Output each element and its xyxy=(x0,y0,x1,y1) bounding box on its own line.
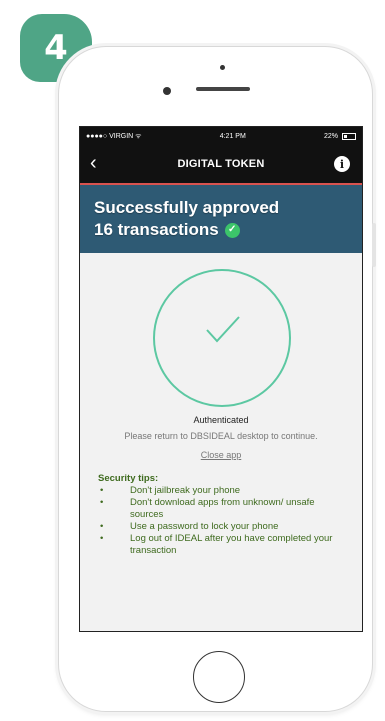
main-content: Authenticated Please return to DBSIDEAL … xyxy=(80,253,362,631)
tips-list: Don't jailbreak your phone Don't downloa… xyxy=(98,485,348,557)
list-item: Don't jailbreak your phone xyxy=(98,485,348,497)
banner-title: Successfully approved xyxy=(94,198,280,217)
transactions-count: 16 transactions xyxy=(94,220,219,239)
banner-subtitle-row: 16 transactions ✓ xyxy=(94,219,348,241)
list-item: Log out of IDEAL after you have complete… xyxy=(98,533,348,557)
front-camera xyxy=(220,65,225,70)
proximity-sensor xyxy=(163,87,171,95)
success-ring xyxy=(153,269,291,407)
earpiece-speaker xyxy=(196,87,250,91)
info-icon[interactable]: i xyxy=(334,156,350,172)
close-app-link[interactable]: Close app xyxy=(80,450,362,460)
app-screen: ●●●●○ VIRGIN ᯤ 4:21 PM 22% ‹ DIGITAL TOK… xyxy=(79,126,363,632)
status-time: 4:21 PM xyxy=(219,132,246,140)
side-button xyxy=(372,223,376,267)
status-bar: ●●●●○ VIRGIN ᯤ 4:21 PM 22% xyxy=(80,127,362,145)
nav-bar: ‹ DIGITAL TOKEN i xyxy=(80,145,362,185)
carrier-label: ●●●●○ VIRGIN ᯤ xyxy=(86,132,142,140)
security-tips: Security tips: Don't jailbreak your phon… xyxy=(98,473,348,557)
checkmark-icon xyxy=(206,316,240,343)
list-item: Use a password to lock your phone xyxy=(98,521,348,533)
tips-title: Security tips: xyxy=(98,473,159,484)
battery-icon xyxy=(341,132,356,140)
home-button[interactable] xyxy=(193,651,245,703)
battery-status: 22% xyxy=(323,132,356,140)
page-title: DIGITAL TOKEN xyxy=(177,158,265,170)
battery-percent: 22% xyxy=(323,132,338,140)
return-message: Please return to DBSIDEAL desktop to con… xyxy=(124,431,318,441)
back-chevron-icon[interactable]: ‹ xyxy=(90,153,97,173)
auth-status-label: Authenticated xyxy=(193,415,249,425)
success-banner: Successfully approved 16 transactions ✓ xyxy=(80,185,362,253)
success-check-icon: ✓ xyxy=(224,222,240,238)
list-item: Don't download apps from unknown/ unsafe… xyxy=(98,497,348,521)
